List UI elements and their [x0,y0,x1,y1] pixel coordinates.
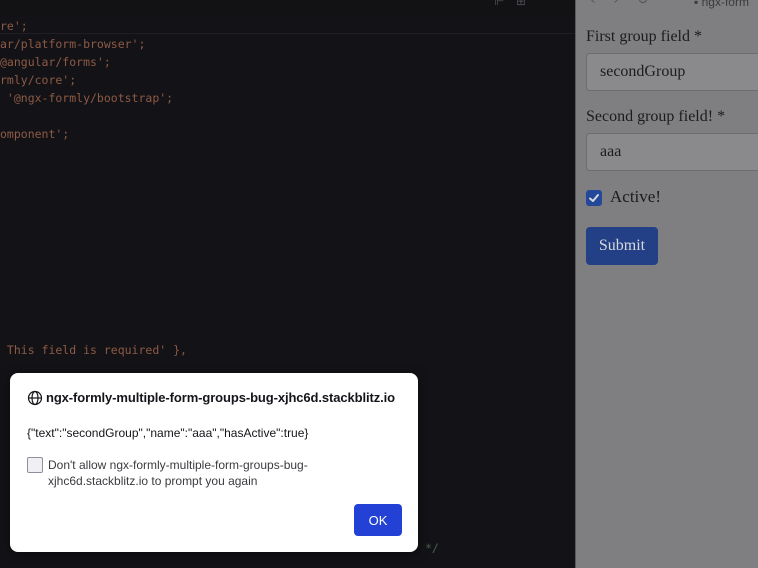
suppress-prompts-checkbox[interactable] [27,457,43,473]
second-group-value: aaa [600,143,622,160]
divider [0,33,575,34]
editor-tab-bar [0,0,575,16]
reload-icon[interactable]: ↻ [637,0,649,8]
dialog-message: {"text":"secondGroup","name":"aaa","hasA… [27,426,309,440]
address-text: ngx-form [701,0,749,9]
split-icon[interactable]: ⊩ [494,0,504,8]
browser-nav[interactable]: ‹ › ↻ [590,0,649,8]
editor-toolbar-icons[interactable]: ⊩ ⊞ [494,0,526,8]
dialog-origin: ngx-formly-multiple-form-groups-bug-xjhc… [46,390,396,405]
first-group-input[interactable]: secondGroup [586,53,758,91]
preview-pane: ‹ › ↻ ▪ ngx-form First group field * sec… [575,0,758,568]
active-label[interactable]: Active! [610,187,661,207]
globe-icon [27,390,43,406]
code-line: @angular/forms'; [0,55,111,69]
prompt-dialog: ngx-formly-multiple-form-groups-bug-xjhc… [10,373,418,552]
layout-icon[interactable]: ⊞ [516,0,526,8]
suppress-prompts-label[interactable]: Don't allow ngx-formly-multiple-form-gro… [48,457,348,489]
code-line: omponent'; [0,127,70,141]
second-group-input[interactable]: aaa [586,133,758,171]
first-group-label: First group field * [586,28,702,45]
forward-icon[interactable]: › [613,0,619,8]
code-line: rmly/core'; [0,73,77,87]
check-icon [589,194,599,202]
ok-button[interactable]: OK [354,504,402,536]
second-group-label: Second group field! * [586,108,726,125]
submit-button[interactable]: Submit [586,227,658,265]
back-icon[interactable]: ‹ [590,0,596,8]
code-line: re'; [0,19,28,33]
address-bar[interactable]: ▪ ngx-form [694,0,749,9]
lock-icon: ▪ [694,0,699,9]
first-group-value: secondGroup [600,63,686,80]
code-line: ar/platform-browser'; [0,37,146,51]
code-line: This field is required' }, [0,343,187,357]
active-checkbox[interactable] [586,190,602,206]
code-line: '@ngx-formly/bootstrap'; [0,91,174,105]
code-line: */ [425,541,439,555]
